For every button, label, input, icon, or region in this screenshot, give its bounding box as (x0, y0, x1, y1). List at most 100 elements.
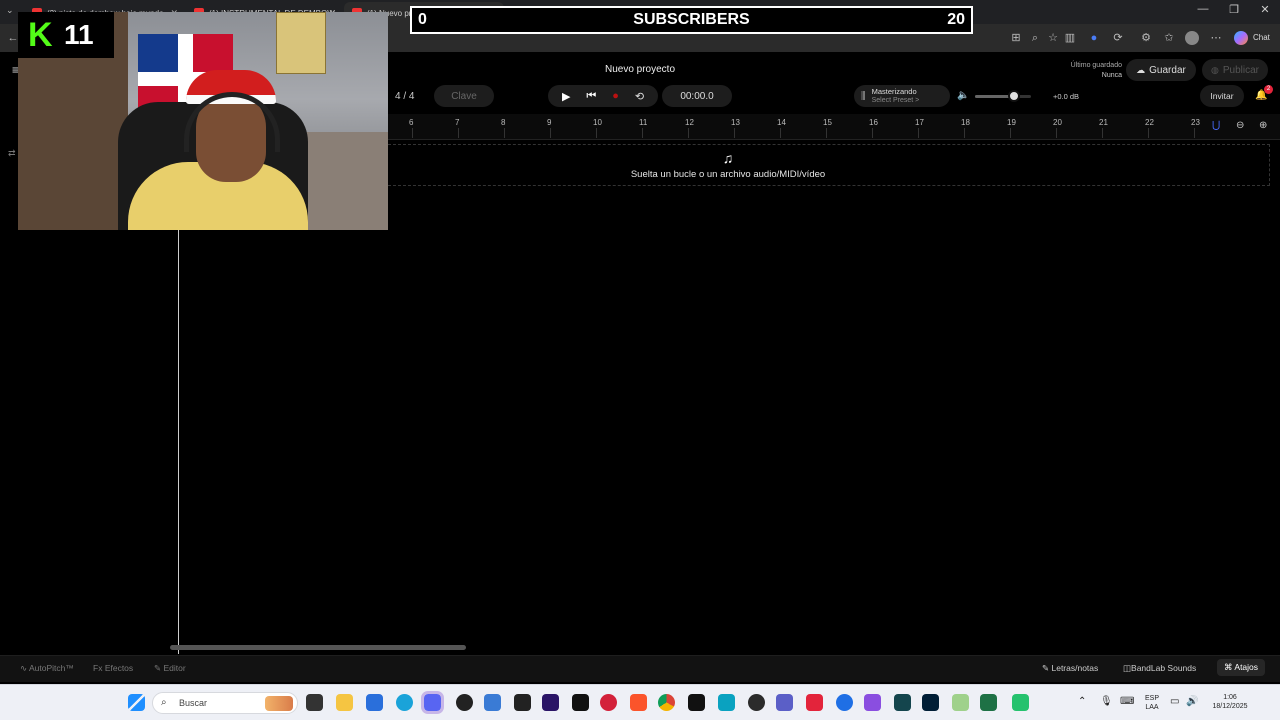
premiere-icon[interactable] (542, 694, 559, 711)
brave-icon[interactable] (630, 694, 647, 711)
ruler-mark: 23 (1191, 118, 1200, 127)
music-add-icon: ♫ (722, 150, 734, 166)
epic-games-icon[interactable] (514, 694, 531, 711)
lyrics-button[interactable]: ✎ Letras/notas (1042, 663, 1098, 674)
speaker-icon[interactable]: 🔈 (957, 90, 969, 101)
discord-icon[interactable] (421, 691, 444, 714)
language-indicator[interactable]: ESP LAA (1143, 694, 1161, 712)
profile-avatar[interactable] (1185, 31, 1199, 45)
app-icon-7[interactable] (894, 694, 911, 711)
star-icon[interactable]: ☆ (1046, 31, 1060, 45)
app-icon-1[interactable] (484, 694, 501, 711)
refresh-icon[interactable]: ⟳ (1111, 31, 1125, 45)
ruler-mark: 22 (1145, 118, 1154, 127)
taskbar-search[interactable]: ⌕ Buscar (152, 692, 298, 714)
subscriber-title: SUBSCRIBERS (633, 11, 750, 28)
swap-icon[interactable]: ⇄ (8, 148, 16, 159)
editor-button[interactable]: ✎ Editor (154, 663, 186, 674)
volume-slider[interactable] (975, 90, 1031, 102)
subscriber-goal: 20 (947, 11, 965, 28)
record-icon[interactable]: ● (612, 90, 619, 102)
reading-view-icon[interactable]: ▥ (1063, 31, 1077, 45)
kick-viewer-count: 11 (64, 19, 94, 50)
keyboard-icon[interactable]: ⌨ (1120, 697, 1134, 707)
display-icon[interactable]: ▭ (1170, 697, 1179, 707)
ruler-tick (596, 128, 597, 138)
extension-icon[interactable]: ● (1087, 31, 1101, 45)
key-button[interactable]: Clave (434, 85, 494, 107)
language-top: ESP (1144, 695, 1159, 702)
app-icon-8[interactable] (952, 694, 969, 711)
capcut-icon[interactable] (572, 694, 589, 711)
zoom-in-icon[interactable]: ⊕ (1259, 120, 1267, 131)
mastering-title: Masterizando (871, 87, 917, 96)
chat-label[interactable]: Chat (1253, 33, 1270, 42)
publish-label: Publicar (1222, 64, 1259, 76)
photoshop-icon[interactable] (922, 694, 939, 711)
obs-icon[interactable] (456, 694, 473, 711)
ruler-mark: 20 (1053, 118, 1062, 127)
ruler-tick (780, 128, 781, 138)
chrome-icon[interactable] (658, 694, 675, 711)
clock-date: 18/12/2025 (1212, 703, 1248, 710)
publish-button[interactable]: ◍ Publicar (1202, 59, 1268, 81)
save-label: Guardar (1149, 64, 1186, 76)
app-icon-3[interactable] (748, 694, 765, 711)
invite-button[interactable]: Invitar (1200, 85, 1244, 107)
app-icon-4[interactable] (806, 694, 823, 711)
app-icon-5[interactable] (836, 694, 853, 711)
app-icon-2[interactable] (718, 694, 735, 711)
favorites-icon[interactable]: ✩ (1162, 31, 1176, 45)
clock[interactable]: 1:06 18/12/2025 (1206, 693, 1254, 711)
split-view-icon[interactable]: ⊞ (1009, 31, 1023, 45)
more-icon[interactable]: ⋯ (1209, 31, 1223, 45)
magnet-snap-icon[interactable]: ⋃ (1212, 120, 1220, 131)
volume-db: +0.0 dB (1053, 92, 1080, 101)
zoom-icon[interactable]: ⌕ (1028, 31, 1042, 45)
mastering-button[interactable]: ⫼ Masterizando Select Preset > (854, 85, 950, 107)
edge-icon[interactable] (396, 694, 413, 711)
ruler-mark: 11 (639, 118, 648, 127)
file-explorer-icon[interactable] (336, 694, 353, 711)
rewind-icon[interactable]: ⏮ (586, 90, 596, 103)
window-close-icon[interactable]: ✕ (1250, 3, 1280, 16)
ruler-mark: 10 (593, 118, 602, 127)
play-icon[interactable]: ▶ (562, 90, 570, 103)
extensions-icon[interactable]: ⚙ (1139, 31, 1153, 45)
autopitch-button[interactable]: ∿ AutoPitch™ (20, 663, 74, 674)
app-icon-9[interactable] (1012, 694, 1029, 711)
app-icon-6[interactable] (864, 694, 881, 711)
time-signature[interactable]: 4 / 4 (395, 91, 414, 102)
effects-button[interactable]: Fx Efectos (93, 663, 133, 673)
media-player-icon[interactable] (600, 694, 617, 711)
volume-slider-knob[interactable] (1008, 90, 1021, 102)
ruler-mark: 16 (869, 118, 878, 127)
kick-viewer-badge: K 11 (18, 12, 114, 58)
microphone-icon[interactable]: 🎙 (1100, 697, 1113, 707)
store-icon[interactable] (366, 694, 383, 711)
bandlab-sounds-button[interactable]: ◫BandLab Sounds (1123, 663, 1196, 674)
playhead[interactable] (178, 230, 179, 654)
excel-icon[interactable] (980, 694, 997, 711)
volume-icon[interactable]: 🔊 (1186, 697, 1198, 707)
tab-menu-icon[interactable]: ⌄ (6, 5, 14, 16)
search-placeholder: Buscar (179, 698, 208, 708)
loop-icon[interactable]: ⟲ (635, 90, 644, 103)
task-view-icon[interactable] (306, 694, 323, 711)
transport-controls: ▶ ⏮ ● ⟲ (548, 85, 658, 107)
track-drop-zone[interactable]: ♫ Suelta un bucle o un archivo audio/MID… (388, 144, 1270, 186)
restore-icon[interactable]: ❐ (1219, 3, 1249, 16)
windows-start-icon[interactable] (128, 694, 145, 711)
tiktok-icon[interactable] (688, 694, 705, 711)
shortcuts-button[interactable]: ⌘ Atajos (1217, 659, 1266, 676)
teams-icon[interactable] (776, 694, 793, 711)
save-button[interactable]: ☁ Guardar (1126, 59, 1196, 81)
timeline-ruler[interactable]: 6 7 8 9 10 11 12 13 14 15 16 17 18 19 20 21 22 23 (388, 114, 1280, 140)
horizontal-scrollbar[interactable] (170, 645, 466, 650)
zoom-out-icon[interactable]: ⊖ (1236, 120, 1244, 131)
project-title[interactable]: Nuevo proyecto (540, 64, 740, 75)
chevron-up-icon[interactable]: ⌃ (1078, 697, 1086, 707)
minimize-icon[interactable]: — (1188, 3, 1218, 15)
copilot-icon[interactable] (1234, 31, 1248, 45)
ruler-mark: 21 (1099, 118, 1108, 127)
